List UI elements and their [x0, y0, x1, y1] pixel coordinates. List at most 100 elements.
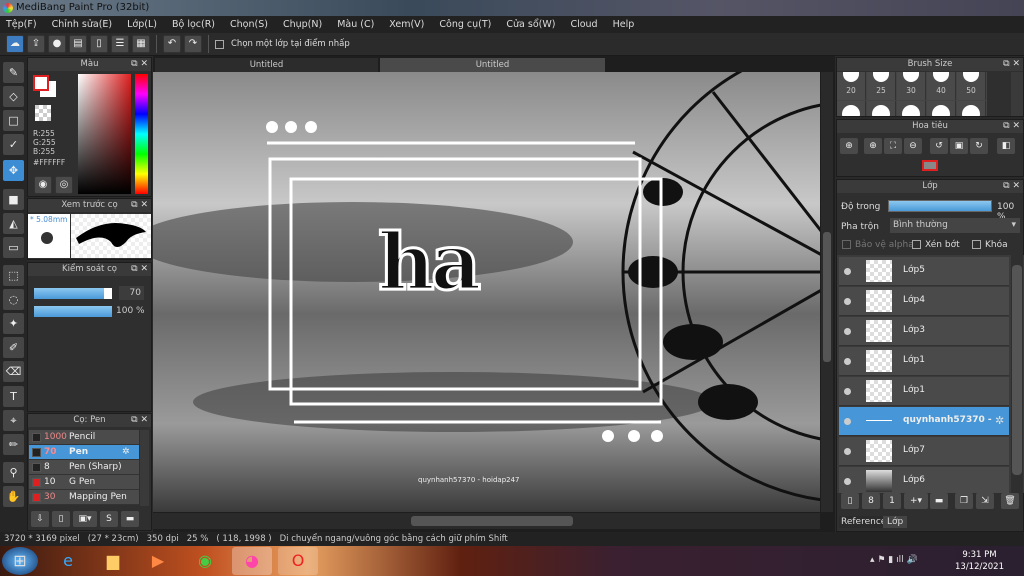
menu-edit[interactable]: Chỉnh sửa(E): [52, 19, 121, 30]
tab-untitled-2[interactable]: Untitled: [380, 58, 605, 72]
layer-item-selected[interactable]: quynhanh57370 - ✲: [839, 407, 1009, 436]
brush-size-cell[interactable]: [927, 101, 956, 116]
brush-tool-icon[interactable]: ✎: [3, 62, 24, 83]
close-icon[interactable]: ⧉ ✕: [1003, 180, 1020, 193]
menu-cloud[interactable]: Cloud: [570, 19, 605, 30]
new-layer-icon[interactable]: ▯: [841, 493, 859, 509]
brush-size-cell[interactable]: 25: [867, 72, 896, 100]
horizontal-scrollbar[interactable]: [153, 513, 820, 529]
brush-size-cell[interactable]: 20: [837, 72, 866, 100]
flip-icon[interactable]: ◧: [997, 138, 1015, 154]
select-pen-tool-icon[interactable]: ✐: [3, 337, 24, 358]
visibility-icon[interactable]: [844, 328, 851, 335]
eyedropper-tool-icon[interactable]: ⚲: [3, 462, 24, 483]
hue-slider[interactable]: [135, 74, 148, 194]
zoom-in-icon[interactable]: ⊕: [864, 138, 882, 154]
menu-layer[interactable]: Lớp(L): [127, 19, 165, 30]
brush-size-cell[interactable]: [957, 101, 986, 116]
layer-opacity-slider[interactable]: [888, 200, 992, 212]
blend-mode-select[interactable]: Bình thường ▾: [890, 218, 1020, 233]
magic-wand-tool-icon[interactable]: ✦: [3, 313, 24, 334]
menu-color[interactable]: Màu (C): [337, 19, 382, 30]
opera-icon[interactable]: O: [278, 547, 318, 575]
menu-tools[interactable]: Công cụ(T): [439, 19, 499, 30]
text-tool-icon[interactable]: T: [3, 386, 24, 407]
document-icon[interactable]: ▯: [90, 35, 108, 53]
layer-scrollbar[interactable]: [1011, 255, 1023, 493]
layer-item[interactable]: Lớp5: [839, 257, 1009, 286]
menu-window[interactable]: Cửa sổ(W): [506, 19, 563, 30]
grid-icon[interactable]: ▦: [132, 35, 150, 53]
canvas[interactable]: ha quynhanh57370 - hoidap247: [153, 72, 820, 512]
visibility-icon[interactable]: [844, 268, 851, 275]
new-1bit-layer-icon[interactable]: 1: [883, 493, 901, 509]
delete-layer-icon[interactable]: 🗑: [1001, 493, 1019, 509]
merge-layer-icon[interactable]: ⇲: [976, 493, 994, 509]
tab-reference[interactable]: Reference: [839, 516, 889, 528]
cloud-download-icon[interactable]: ⇩: [31, 511, 49, 527]
brush-list-scrollbar[interactable]: [140, 430, 149, 506]
layer-item[interactable]: Lớp6: [839, 467, 1009, 493]
clock[interactable]: 9:31 PM 13/12/2021: [955, 549, 1004, 573]
cloud-icon[interactable]: ☁: [6, 35, 24, 53]
layer-item[interactable]: Lớp4: [839, 287, 1009, 316]
undo-icon[interactable]: ↶: [163, 35, 181, 53]
medibang-taskbar-icon[interactable]: ◕: [232, 547, 272, 575]
divide-tool-icon[interactable]: ✏: [3, 434, 24, 455]
add-layer-menu-icon[interactable]: +▾: [904, 493, 928, 509]
brush-size-cell[interactable]: 50: [957, 72, 986, 100]
fit-screen-icon[interactable]: ▣: [950, 138, 968, 154]
primary-color-swatch[interactable]: [33, 75, 49, 91]
close-icon[interactable]: ⧉ ✕: [131, 58, 148, 71]
clipping-checkbox[interactable]: Xén bớt: [912, 240, 960, 250]
brush-opacity-slider[interactable]: [34, 306, 112, 317]
brush-size-value[interactable]: 70: [119, 286, 144, 300]
gradient-tool-icon[interactable]: ▭: [3, 237, 24, 258]
close-icon[interactable]: ⧉ ✕: [131, 414, 148, 427]
palette-icon[interactable]: ◉: [34, 176, 52, 194]
layer-item[interactable]: Lớp7: [839, 437, 1009, 466]
brush-size-slider[interactable]: [34, 288, 112, 299]
brush-size-scrollbar[interactable]: [1011, 72, 1023, 116]
file-explorer-icon[interactable]: ▆: [93, 547, 133, 575]
select-layer-checkbox[interactable]: [215, 39, 224, 49]
layer-item[interactable]: Lớp1: [839, 347, 1009, 376]
brush-size-cell[interactable]: 40: [927, 72, 956, 100]
hand-tool-icon[interactable]: ✋: [3, 486, 24, 507]
fill-rect-tool-icon[interactable]: ■: [3, 189, 24, 210]
brush-size-cell[interactable]: [897, 101, 926, 116]
lock-checkbox[interactable]: Khóa: [972, 240, 1008, 250]
brush-item-g-pen[interactable]: 10 G Pen: [29, 475, 139, 490]
zoom-actual-icon[interactable]: ⊕: [840, 138, 858, 154]
redo-icon[interactable]: ↷: [184, 35, 202, 53]
visibility-icon[interactable]: [844, 478, 851, 485]
close-icon[interactable]: ⧉ ✕: [1003, 120, 1020, 133]
new-8bit-layer-icon[interactable]: 8: [862, 493, 880, 509]
visibility-icon[interactable]: [844, 388, 851, 395]
media-player-icon[interactable]: ▶: [138, 547, 178, 575]
brush-item-pencil[interactable]: 1000 Pencil: [29, 430, 139, 445]
close-icon[interactable]: ⧉ ✕: [131, 199, 148, 212]
new-brush-icon[interactable]: ▯: [52, 511, 70, 527]
zoom-out-icon[interactable]: ⊖: [904, 138, 922, 154]
add-brush-icon[interactable]: ▣▾: [73, 511, 97, 527]
move-tool-icon[interactable]: ✥: [3, 160, 24, 181]
close-icon[interactable]: ⧉ ✕: [131, 263, 148, 276]
menu-file[interactable]: Tệp(F): [6, 19, 45, 30]
menu-help[interactable]: Help: [613, 19, 643, 30]
layer-item[interactable]: Lớp3: [839, 317, 1009, 346]
fit-icon[interactable]: ⛶: [884, 138, 902, 154]
tab-layers[interactable]: Lớp: [883, 516, 908, 528]
visibility-icon[interactable]: [844, 358, 851, 365]
brush-size-cell[interactable]: [867, 101, 896, 116]
visibility-icon[interactable]: [844, 448, 851, 455]
list-icon[interactable]: ☰: [111, 35, 129, 53]
brush-settings-icon[interactable]: S: [100, 511, 118, 527]
share-icon[interactable]: ⇪: [27, 35, 45, 53]
shape-tool-icon[interactable]: □: [3, 110, 24, 131]
menu-view[interactable]: Xem(V): [389, 19, 432, 30]
layer-item[interactable]: Lớp1: [839, 377, 1009, 406]
menu-capture[interactable]: Chụp(N): [283, 19, 330, 30]
comment-icon[interactable]: ●: [48, 35, 66, 53]
select-eraser-tool-icon[interactable]: ⌫: [3, 361, 24, 382]
